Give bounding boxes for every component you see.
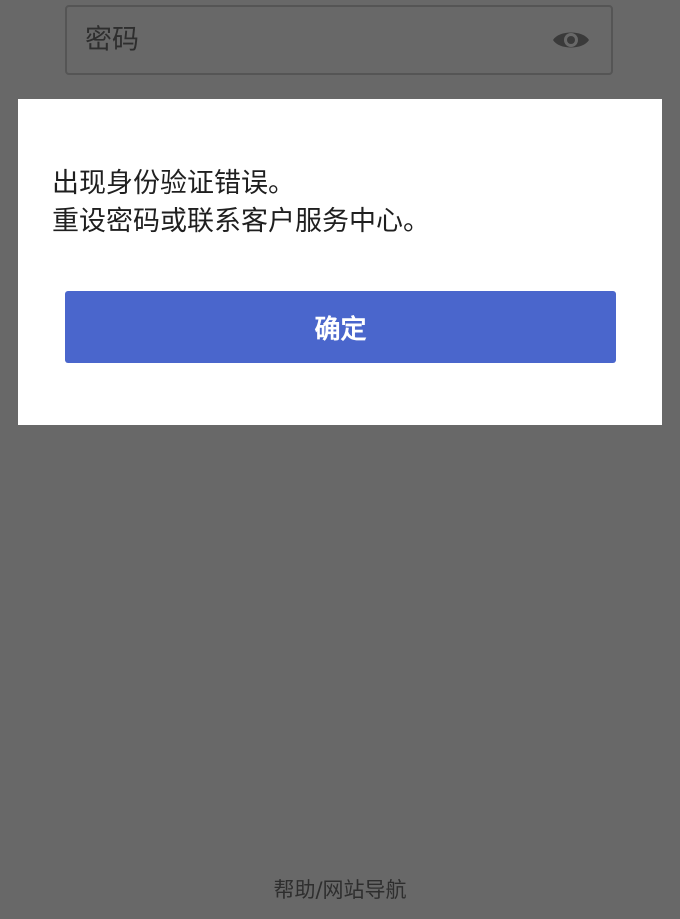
eye-icon[interactable] <box>551 27 591 53</box>
error-message-line-1: 出现身份验证错误。 <box>52 168 295 199</box>
error-message: 出现身份验证错误。 重设密码或联系客户服务中心。 <box>52 165 642 241</box>
password-field[interactable]: 密码 <box>65 5 613 75</box>
confirm-button[interactable]: 确定 <box>65 291 616 363</box>
error-message-line-2: 重设密码或联系客户服务中心。 <box>52 206 430 237</box>
password-placeholder: 密码 <box>85 24 139 56</box>
error-dialog: 出现身份验证错误。 重设密码或联系客户服务中心。 确定 <box>18 99 662 425</box>
help-navigation-link[interactable]: 帮助/网站导航 <box>0 880 680 901</box>
